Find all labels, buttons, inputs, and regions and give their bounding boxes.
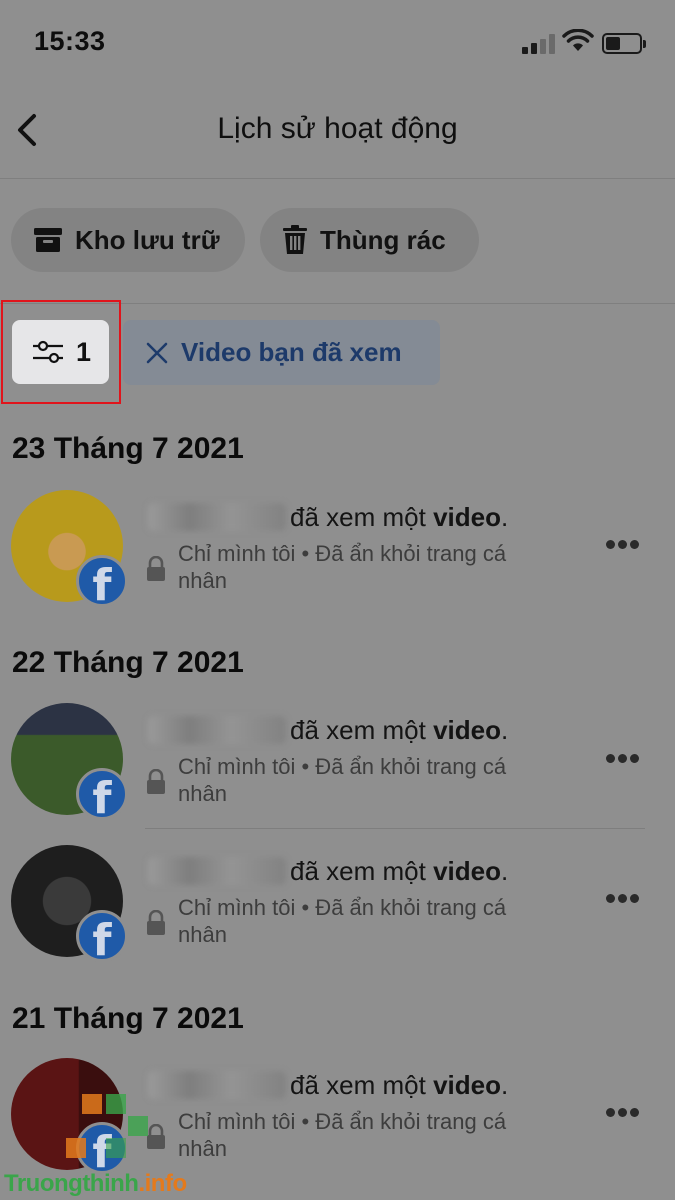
- activity-text: đã xem một video.: [290, 1070, 509, 1100]
- blurred-username: [148, 1071, 286, 1099]
- facebook-icon: f: [76, 555, 128, 607]
- activity-text: đã xem một video.: [290, 715, 509, 745]
- more-options-icon[interactable]: [606, 540, 640, 550]
- back-chevron-icon[interactable]: [12, 112, 42, 148]
- trash-icon: [283, 225, 307, 254]
- archive-button[interactable]: Kho lưu trữ: [11, 208, 245, 272]
- lock-icon: [147, 910, 165, 935]
- archive-icon: [34, 228, 62, 252]
- privacy-meta: Chỉ mình tôi • Đã ẩn khỏi trang cá nhân: [178, 1109, 507, 1161]
- page-title: Lịch sử hoạt động: [217, 112, 458, 145]
- date-heading: 22 Tháng 7 2021: [12, 646, 244, 679]
- lock-icon: [147, 556, 165, 581]
- header-divider: [0, 178, 675, 179]
- privacy-meta: Chỉ mình tôi • Đã ẩn khỏi trang cá nhân: [178, 541, 507, 593]
- watermark-text: Truongthinh.info: [4, 1170, 187, 1197]
- status-time: 15:33: [34, 26, 106, 56]
- battery-icon: [602, 33, 642, 54]
- blurred-username: [148, 503, 286, 531]
- activity-text: đã xem một video.: [290, 502, 509, 532]
- lock-icon: [147, 769, 165, 794]
- archive-label: Kho lưu trữ: [75, 224, 220, 255]
- trash-label: Thùng rác: [320, 224, 446, 255]
- activity-text: đã xem một video.: [290, 856, 509, 886]
- more-options-icon[interactable]: [606, 1108, 640, 1118]
- blurred-username: [148, 716, 286, 744]
- watermark-logo-icon: [66, 1094, 148, 1158]
- wifi-icon: [562, 29, 594, 51]
- highlight-box: [1, 300, 121, 404]
- filter-chip-label: Video bạn đã xem: [181, 337, 402, 367]
- privacy-meta: Chỉ mình tôi • Đã ẩn khỏi trang cá nhân: [178, 754, 507, 806]
- close-icon[interactable]: [145, 341, 169, 365]
- cellular-signal-icon: [522, 34, 556, 54]
- item-divider: [145, 828, 645, 829]
- privacy-meta: Chỉ mình tôi • Đã ẩn khỏi trang cá nhân: [178, 895, 507, 947]
- facebook-icon: f: [76, 768, 128, 820]
- battery-tip: [643, 40, 646, 48]
- filter-chip-watched-videos[interactable]: Video bạn đã xem: [123, 320, 440, 385]
- trash-button[interactable]: Thùng rác: [260, 208, 479, 272]
- date-heading: 23 Tháng 7 2021: [12, 432, 244, 465]
- date-heading: 21 Tháng 7 2021: [12, 1002, 244, 1035]
- blurred-username: [148, 857, 286, 885]
- facebook-icon: f: [76, 910, 128, 962]
- more-options-icon[interactable]: [606, 894, 640, 904]
- more-options-icon[interactable]: [606, 754, 640, 764]
